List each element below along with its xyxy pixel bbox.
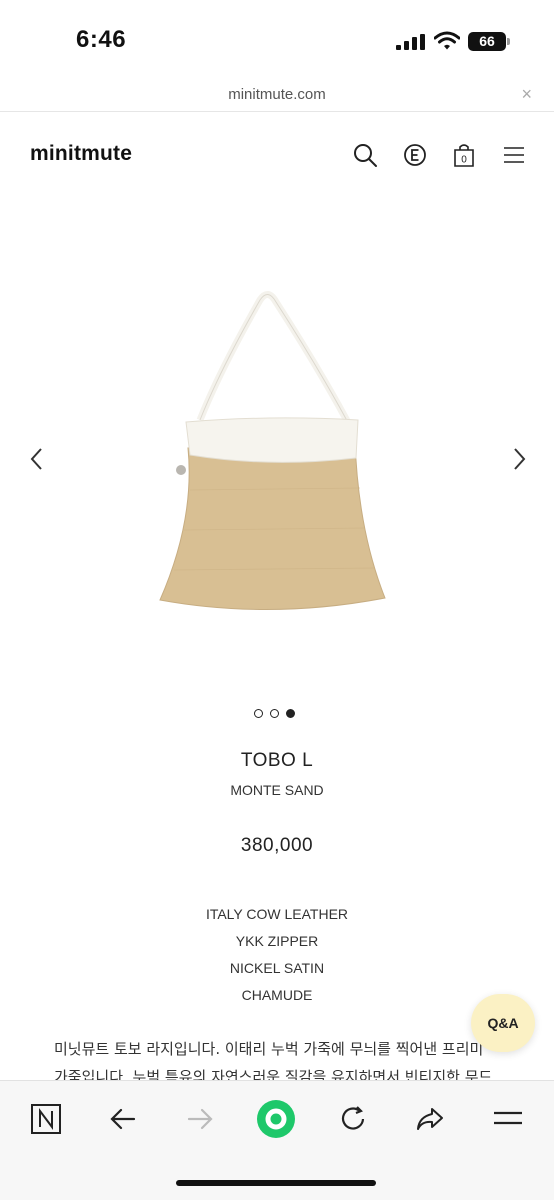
search-icon[interactable] (352, 142, 378, 168)
product-price: 380,000 (240, 835, 314, 856)
spec-item: ITALY COW LEATHER (205, 906, 349, 922)
url-bar[interactable]: minitmute.com × (0, 80, 554, 112)
status-time: 6:46 (76, 26, 127, 53)
spec-item: CHAMUDE (241, 987, 313, 1003)
forward-arrow-icon (180, 1099, 220, 1139)
battery-icon: 66 (468, 32, 510, 51)
product-description-line: 미닛뮤트 토보 라지입니다. 이태리 누벅 가죽에 무늬를 찍어낸 프리미 (54, 1040, 484, 1058)
site-header: minitmute 0 (0, 112, 554, 198)
site-logo[interactable]: minitmute (30, 142, 132, 166)
carousel-dots (254, 709, 304, 721)
spec-item: YKK ZIPPER (235, 933, 319, 949)
share-icon[interactable] (410, 1099, 450, 1139)
carousel-dot-active[interactable] (286, 709, 295, 718)
carousel-dot[interactable] (254, 709, 263, 718)
chevron-right-icon[interactable] (507, 444, 531, 474)
naver-n-icon[interactable] (26, 1099, 66, 1139)
product-name: TOBO L (240, 750, 314, 771)
close-icon[interactable]: × (521, 84, 532, 105)
spec-item: NICKEL SATIN (229, 960, 325, 976)
url-text[interactable]: minitmute.com (0, 86, 554, 103)
e-circle-icon[interactable] (402, 142, 428, 168)
reload-icon[interactable] (333, 1099, 373, 1139)
shopping-bag-icon[interactable]: 0 (451, 142, 477, 168)
product-image[interactable] (150, 290, 400, 630)
cart-count: 0 (461, 155, 467, 166)
menu-icon[interactable] (488, 1099, 528, 1139)
product-color: MONTE SAND (230, 782, 324, 798)
back-arrow-icon[interactable] (103, 1099, 143, 1139)
home-green-circle-icon[interactable] (256, 1099, 296, 1139)
wifi-icon (433, 31, 461, 51)
qa-button[interactable]: Q&A (471, 994, 535, 1052)
home-indicator (176, 1180, 376, 1186)
cellular-signal-icon (396, 34, 426, 50)
hamburger-menu-icon[interactable] (501, 142, 527, 168)
chevron-left-icon[interactable] (25, 444, 49, 474)
carousel-dot[interactable] (270, 709, 279, 718)
status-bar: 6:46 66 (0, 0, 554, 80)
